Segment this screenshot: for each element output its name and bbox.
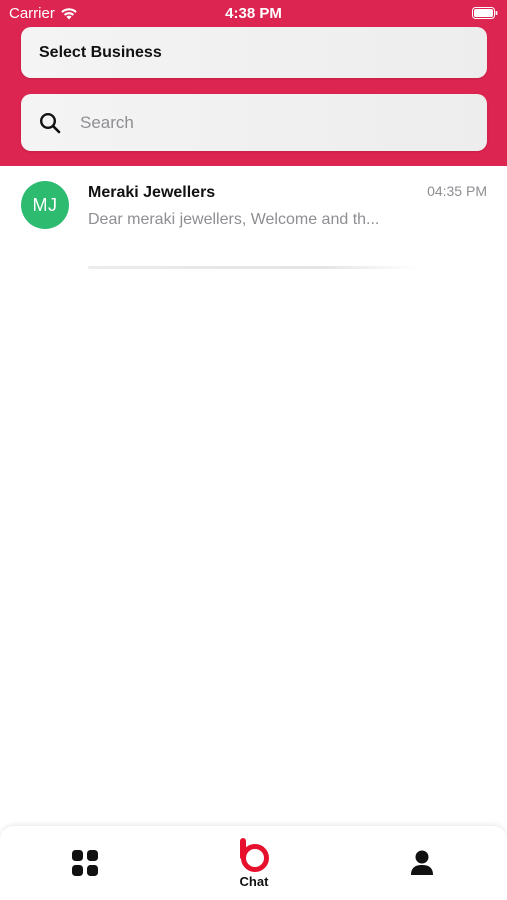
- tab-profile[interactable]: [372, 826, 472, 900]
- chat-list: MJ Meraki Jewellers Dear meraki jeweller…: [0, 166, 507, 270]
- bottom-tab-bar: Chat: [0, 826, 507, 900]
- select-business-label: Select Business: [39, 43, 162, 61]
- search-input[interactable]: [80, 112, 460, 133]
- search-icon: [38, 111, 62, 135]
- chat-timestamp: 04:35 PM: [427, 183, 487, 199]
- tab-chat[interactable]: Chat: [204, 826, 304, 900]
- chat-name: Meraki Jewellers: [88, 184, 216, 201]
- tab-chat-label: Chat: [239, 874, 269, 889]
- status-time: 4:38 PM: [225, 5, 282, 22]
- app-header: Carrier 4:38 PM Select Business: [0, 0, 507, 166]
- select-business-button[interactable]: Select Business: [21, 27, 487, 78]
- search-bar[interactable]: [21, 94, 487, 151]
- status-bar: Carrier 4:38 PM: [0, 0, 507, 28]
- chat-divider: [88, 266, 418, 269]
- profile-icon: [410, 850, 434, 876]
- grid-icon: [72, 850, 98, 876]
- chat-preview: Dear meraki jewellers, Welcome and th...: [88, 211, 380, 228]
- chat-list-item[interactable]: MJ Meraki Jewellers Dear meraki jeweller…: [0, 166, 507, 270]
- tab-dashboard[interactable]: [35, 826, 135, 900]
- chat-logo-icon: [238, 837, 270, 873]
- battery-icon: [472, 7, 498, 19]
- avatar: MJ: [21, 181, 69, 229]
